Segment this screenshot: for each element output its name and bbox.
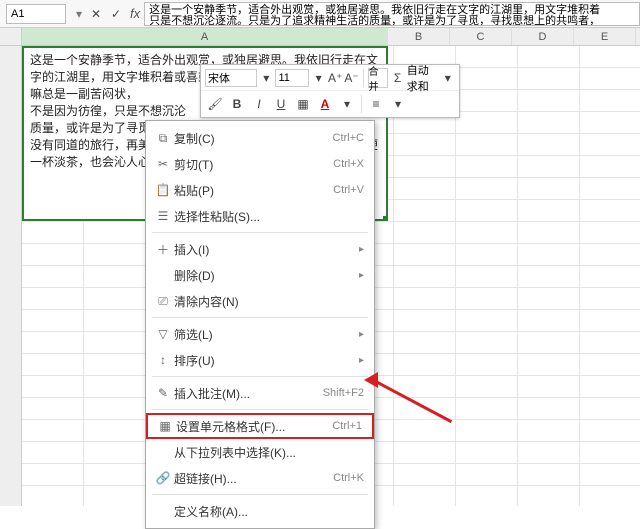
ctx-comment-label: 插入批注(M)... xyxy=(174,385,323,402)
submenu-arrow-icon: ▸ xyxy=(359,244,364,255)
col-header-c[interactable]: C xyxy=(450,28,512,45)
italic-button[interactable]: I xyxy=(249,94,269,114)
ctx-paste-label: 粘贴(P) xyxy=(174,182,333,199)
ctx-delete-label: 删除(D) xyxy=(174,267,359,284)
ctx-comment-shortcut: Shift+F2 xyxy=(323,387,364,399)
row-headers xyxy=(0,46,22,506)
font-family-dropdown-icon[interactable]: ▾ xyxy=(259,68,273,88)
ctx-format-cells-shortcut: Ctrl+1 xyxy=(332,420,362,432)
formula-text-1: 这是一个安静季节，适合外出观赏，或独居避思。我依旧行走在文字的江湖里，用文字堆积… xyxy=(149,4,600,16)
underline-button[interactable]: U xyxy=(271,94,291,114)
clear-icon: ⎚ xyxy=(152,294,174,309)
align-button[interactable]: ≡ xyxy=(366,94,386,114)
ctx-paste[interactable]: 📋 粘贴(P) Ctrl+V xyxy=(146,177,374,203)
formula-text-2: 只是不想沉沦逐流。只是为了追求精神生活的质量，或许是为了寻觅，寻找思想上的共鸣者… xyxy=(149,16,635,26)
separator xyxy=(152,232,368,233)
autosum-dropdown-icon[interactable]: ▾ xyxy=(441,68,455,88)
ctx-hyperlink-label: 超链接(H)... xyxy=(174,470,333,487)
align-dropdown-icon[interactable]: ▾ xyxy=(388,94,408,114)
submenu-arrow-icon: ▸ xyxy=(359,329,364,340)
mini-toolbar: ▾ ▾ A⁺ A⁻ 合并 Σ 自动求和 ▾ 🖌 B I U ▦ A ▾ ≡ ▾ xyxy=(200,64,460,118)
ctx-define-name-label: 定义名称(A)... xyxy=(174,503,364,520)
name-box-dropdown[interactable]: ▾ xyxy=(72,7,86,21)
insert-icon: ＋ xyxy=(152,241,174,258)
fill-color-button[interactable]: ▾ xyxy=(337,94,357,114)
fx-label[interactable]: fx xyxy=(130,6,140,21)
bold-button[interactable]: B xyxy=(227,94,247,114)
ctx-delete[interactable]: 删除(D) ▸ xyxy=(146,262,374,288)
ctx-format-cells-label: 设置单元格格式(F)... xyxy=(176,418,332,435)
formula-bar: A1 ▾ ✕ ✓ fx 这是一个安静季节，适合外出观赏，或独居避思。我依旧行走在… xyxy=(0,0,640,28)
submenu-arrow-icon: ▸ xyxy=(359,355,364,366)
ctx-insert-label: 插入(I) xyxy=(174,241,359,258)
cut-icon: ✂ xyxy=(152,157,174,171)
ctx-filter[interactable]: ▽ 筛选(L) ▸ xyxy=(146,321,374,347)
accept-icon[interactable]: ✓ xyxy=(106,4,126,24)
ctx-insert-comment[interactable]: ✎ 插入批注(M)... Shift+F2 xyxy=(146,380,374,406)
cell-reference: A1 xyxy=(11,8,24,20)
autosum-icon[interactable]: Σ xyxy=(390,68,404,88)
context-menu: ⧉ 复制(C) Ctrl+C ✂ 剪切(T) Ctrl+X 📋 粘贴(P) Ct… xyxy=(145,120,375,529)
separator xyxy=(152,409,368,410)
paste-icon: 📋 xyxy=(152,183,174,197)
ctx-pick-list-label: 从下拉列表中选择(K)... xyxy=(174,444,364,461)
submenu-arrow-icon: ▸ xyxy=(359,270,364,281)
ctx-sort[interactable]: ↕ 排序(U) ▸ xyxy=(146,347,374,373)
col-header-a[interactable]: A xyxy=(22,28,388,45)
select-all-corner[interactable] xyxy=(0,28,22,45)
separator xyxy=(152,376,368,377)
comment-icon: ✎ xyxy=(152,386,174,400)
hyperlink-icon: 🔗 xyxy=(152,471,174,485)
filter-icon: ▽ xyxy=(152,327,174,341)
ctx-clear[interactable]: ⎚ 清除内容(N) xyxy=(146,288,374,314)
ctx-paste-special[interactable]: ☰ 选择性粘贴(S)... xyxy=(146,203,374,229)
shrink-font-button[interactable]: A⁻ xyxy=(344,68,358,88)
col-header-d[interactable]: D xyxy=(512,28,574,45)
font-size-dropdown-icon[interactable]: ▾ xyxy=(311,68,325,88)
name-box[interactable]: A1 xyxy=(6,4,66,24)
col-header-b[interactable]: B xyxy=(388,28,450,45)
sort-icon: ↕ xyxy=(152,353,174,367)
ctx-hyperlink-shortcut: Ctrl+K xyxy=(333,472,364,484)
separator xyxy=(152,317,368,318)
ctx-paste-special-label: 选择性粘贴(S)... xyxy=(174,208,364,225)
ctx-define-name[interactable]: 定义名称(A)... xyxy=(146,498,374,524)
ctx-format-cells[interactable]: ▦ 设置单元格格式(F)... Ctrl+1 xyxy=(146,413,374,439)
grow-font-button[interactable]: A⁺ xyxy=(328,68,342,88)
ctx-filter-label: 筛选(L) xyxy=(174,326,359,343)
ctx-cut-label: 剪切(T) xyxy=(174,156,333,173)
paste-special-icon: ☰ xyxy=(152,209,174,223)
separator xyxy=(361,95,362,113)
format-cells-icon: ▦ xyxy=(154,419,176,433)
font-color-button[interactable]: A xyxy=(315,94,335,114)
separator xyxy=(152,494,368,495)
ctx-copy-label: 复制(C) xyxy=(174,130,333,147)
ctx-clear-label: 清除内容(N) xyxy=(174,293,364,310)
formula-input[interactable]: 这是一个安静季节，适合外出观赏，或独居避思。我依旧行走在文字的江湖里，用文字堆积… xyxy=(144,2,640,26)
separator xyxy=(363,69,364,87)
ctx-pick-from-list[interactable]: 从下拉列表中选择(K)... xyxy=(146,439,374,465)
ctx-cut[interactable]: ✂ 剪切(T) Ctrl+X xyxy=(146,151,374,177)
ctx-sort-label: 排序(U) xyxy=(174,352,359,369)
ctx-paste-shortcut: Ctrl+V xyxy=(333,184,364,196)
col-header-e[interactable]: E xyxy=(574,28,636,45)
ctx-insert[interactable]: ＋ 插入(I) ▸ xyxy=(146,236,374,262)
copy-icon: ⧉ xyxy=(152,131,174,146)
border-button[interactable]: ▦ xyxy=(293,94,313,114)
ctx-cut-shortcut: Ctrl+X xyxy=(333,158,364,170)
cancel-icon[interactable]: ✕ xyxy=(86,4,106,24)
font-family-select[interactable] xyxy=(205,69,257,87)
merge-button[interactable]: 合并 xyxy=(368,68,389,88)
ctx-copy-shortcut: Ctrl+C xyxy=(333,132,364,144)
ctx-copy[interactable]: ⧉ 复制(C) Ctrl+C xyxy=(146,125,374,151)
font-size-select[interactable] xyxy=(275,69,309,87)
column-headers: A B C D E xyxy=(0,28,640,46)
ctx-hyperlink[interactable]: 🔗 超链接(H)... Ctrl+K xyxy=(146,465,374,491)
format-painter-icon[interactable]: 🖌 xyxy=(205,94,225,114)
autosum-label[interactable]: 自动求和 xyxy=(407,62,439,94)
